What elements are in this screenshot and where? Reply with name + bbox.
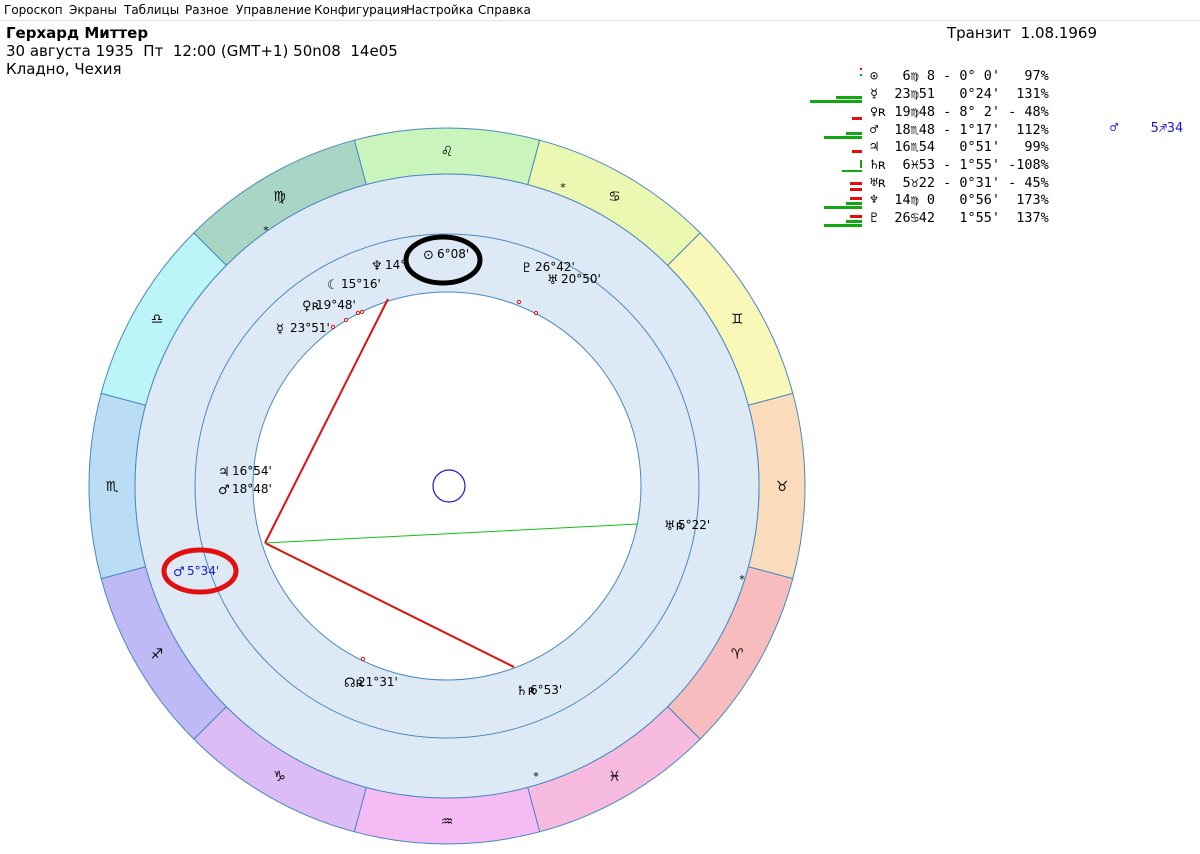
planet-degree-label: 18°48' (232, 482, 272, 496)
planet-degree-label: 5°34' (187, 564, 219, 578)
planet-table-text: ♆ 14♍ 0 0°56' 173% (870, 192, 1049, 208)
strength-bars (810, 122, 862, 140)
zodiac-sign-glyph: ♓ (608, 769, 621, 785)
planet-glyph: ♅ (547, 273, 559, 288)
strength-bars (810, 210, 862, 228)
planet-table-text: ♀ʀ 19♍48 - 8° 2' - 48% (870, 104, 1049, 120)
zodiac-sign-glyph: ♒ (441, 814, 454, 830)
planet-table-text: ♇ 26♋42 1°55' 137% (870, 210, 1049, 226)
planet-table-row: ♇ 26♋42 1°55' 137% (824, 210, 1200, 228)
planet-degree-label: 6°08' (437, 247, 469, 261)
planet-table-text: ♂ 18♏48 - 1°17' 112% (870, 122, 1049, 138)
transit-mars-entry: ♂ 5♐34 (1110, 120, 1184, 136)
planet-table-text: ♅ʀ 5♉22 - 0°31' - 45% (870, 175, 1049, 191)
chart-planet: ☾ 15°16' (327, 277, 381, 293)
planet-degree-label: 23°51' (290, 321, 330, 335)
planet-table-row: ♆ 14♍ 0 0°56' 173% (824, 192, 1200, 210)
planet-glyph: ♃ (218, 465, 230, 480)
svg-text:*: * (739, 573, 745, 586)
planet-table-row: ☿ 23♍51 0°24' 131% (810, 86, 1200, 104)
planet-degree-label: 19°48' (316, 298, 356, 312)
planet-table-row: ♄ʀ 6♓53 - 1°55' -108% (842, 157, 1200, 175)
strength-bars (810, 175, 862, 193)
planet-table-row: ♃ 16♏54 0°51' 99% (852, 139, 1200, 157)
zodiac-sign-glyph: ♑ (273, 769, 286, 785)
zodiac-sign-glyph: ♏ (106, 479, 119, 495)
zodiac-sign-glyph: ♍ (273, 189, 286, 205)
planet-degree-label: 20°50' (561, 272, 601, 286)
svg-text:*: * (560, 181, 566, 194)
chart-planet: ☊ʀ21°31' (344, 675, 398, 691)
chart-planet: ♄ʀ6°53' (516, 683, 562, 699)
planet-glyph: ♂ (218, 483, 230, 498)
strength-bars (810, 86, 862, 104)
zodiac-sign-glyph: ♉ (776, 479, 789, 495)
zodiac-sign-glyph: ♎ (151, 312, 164, 328)
strength-bars (810, 68, 862, 86)
strength-bars (810, 192, 862, 210)
chart-planet: ♀ʀ19°48' (302, 298, 356, 314)
svg-text:*: * (263, 224, 269, 237)
planet-table-row: ⊙ 6♍ 8 - 0° 0' 97% (860, 68, 1200, 86)
planet-table-text: ♄ʀ 6♓53 - 1°55' -108% (870, 157, 1049, 173)
chart-planet: ♂ 5°34' (173, 564, 219, 580)
zodiac-sign-glyph: ♐ (151, 647, 164, 663)
chart-planet: ♂ 18°48' (218, 482, 272, 498)
zodiac-sign-glyph: ♊ (731, 312, 744, 328)
chart-planet: ♆ 14° (371, 258, 406, 274)
planet-degree-label: 16°54' (232, 464, 272, 478)
strength-bars (810, 104, 862, 122)
planet-glyph: ♆ (371, 259, 383, 274)
planet-glyph: ♂ (173, 565, 185, 580)
earth-center-circle (432, 469, 466, 503)
zodiac-sign-glyph: ♋ (608, 189, 621, 205)
chart-planet: ♅ʀ5°22' (664, 518, 710, 534)
planet-table-text: ☿ 23♍51 0°24' 131% (870, 86, 1049, 102)
planet-glyph: ⊙ (423, 248, 434, 263)
chart-planet: ⊙ 6°08' (423, 247, 469, 263)
planet-glyph: ♇ (521, 261, 533, 276)
planet-table-row: ♅ʀ 5♉22 - 0°31' - 45% (850, 175, 1200, 193)
planet-degree-label: 6°53' (530, 683, 562, 697)
planet-table-text: ♃ 16♏54 0°51' 99% (870, 139, 1049, 155)
zodiac-sign-glyph: ♌ (441, 144, 454, 160)
planet-glyph: ☾ (327, 278, 339, 293)
planet-degree-label: 15°16' (341, 277, 381, 291)
zodiac-sign-glyph: ♈ (731, 647, 744, 663)
planet-glyph: ☿ (276, 322, 284, 337)
planet-degree-label: 21°31' (358, 675, 398, 689)
svg-text:*: * (533, 770, 539, 783)
strength-bars (810, 139, 862, 157)
planet-degree-label: 14° (385, 258, 406, 272)
chart-planet: ♅ 20°50' (547, 272, 601, 288)
chart-planet: ♃ 16°54' (218, 464, 272, 480)
strength-bars (810, 157, 862, 175)
planet-table-text: ⊙ 6♍ 8 - 0° 0' 97% (870, 68, 1049, 84)
planet-degree-label: 5°22' (678, 518, 710, 532)
